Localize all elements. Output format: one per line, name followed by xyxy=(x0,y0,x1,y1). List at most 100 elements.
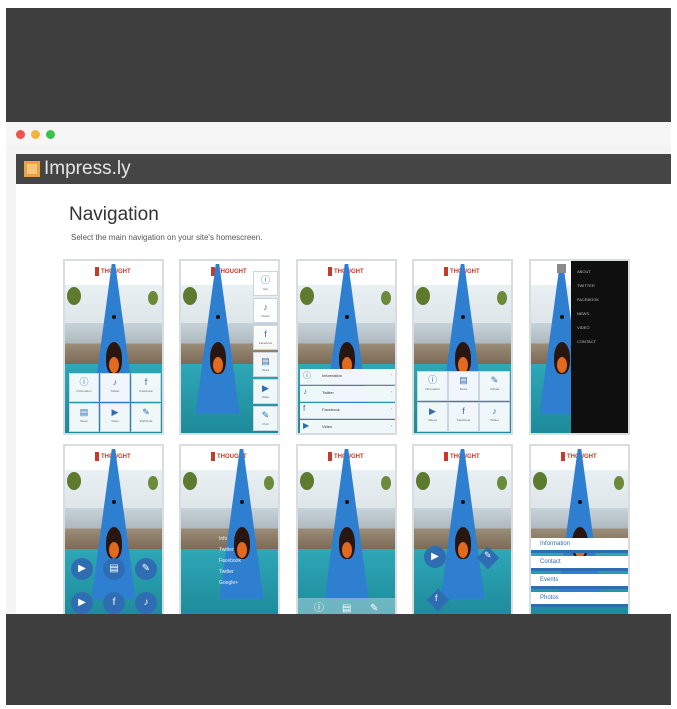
nav-option-card-5[interactable]: ABOUT TWITTER FACEBOOK NEWS VIDEO CONTAC… xyxy=(529,259,630,435)
text-nav-item[interactable]: Twitter xyxy=(219,545,241,556)
text-nav-item[interactable]: Facebook xyxy=(219,556,241,567)
play-icon[interactable]: ▶ xyxy=(71,558,93,580)
twitter-icon: ♪ xyxy=(303,387,307,396)
nav-option-card-10[interactable]: THOUGHT Information Contact Events Photo… xyxy=(529,444,630,614)
nav-option-card-2[interactable]: THOUGHT ⓘ Info ♪ Twitter f Facebook ▤ News ▶… xyxy=(179,259,280,435)
app-logo-icon[interactable] xyxy=(24,161,40,177)
facebook-icon: f xyxy=(462,406,465,416)
chevron-right-icon: › xyxy=(390,389,392,394)
info-icon: ⓘ xyxy=(260,275,270,285)
list-row-information[interactable]: ⓘ Information › xyxy=(300,369,395,385)
rail-twitter[interactable]: ♪ Twitter xyxy=(253,298,278,323)
pencil-icon: ✎ xyxy=(490,375,499,385)
minimize-window-button[interactable] xyxy=(31,130,40,139)
menu-item-video[interactable]: VIDEO xyxy=(571,321,628,335)
tile-twitter[interactable]: ♪ Twitter xyxy=(479,402,510,432)
dark-side-menu: ABOUT TWITTER FACEBOOK NEWS VIDEO CONTAC… xyxy=(571,261,628,433)
news-icon: ▤ xyxy=(261,356,270,366)
nav-option-card-1[interactable]: THOUGHT ⓘInformation ♪Twitter fFacebook … xyxy=(63,259,164,435)
twitter-icon: ♪ xyxy=(492,406,497,416)
top-frame-band xyxy=(6,8,671,122)
chevron-right-icon: › xyxy=(390,406,392,411)
rail-news[interactable]: ▤ News xyxy=(253,352,278,377)
page-subtitle: Select the main navigation on your site'… xyxy=(71,233,263,242)
twitter-icon: ♪ xyxy=(112,377,118,387)
play-icon[interactable]: ▶ xyxy=(71,592,93,614)
rail-post[interactable]: ✎ Post xyxy=(253,406,278,431)
rail-video[interactable]: ▶ Video xyxy=(253,379,278,404)
app-name[interactable]: Impress.ly xyxy=(44,158,131,180)
list-row-twitter[interactable]: ♪ Twitter › xyxy=(300,386,395,402)
facebook-icon[interactable]: f xyxy=(103,592,125,614)
menu-item-news[interactable]: NEWS xyxy=(571,307,628,321)
pencil-icon: ✎ xyxy=(484,550,492,560)
tile-wall-post[interactable]: ✎ Wall Post xyxy=(131,403,161,432)
preview-photo: THOUGHT xyxy=(414,446,511,614)
nav-option-card-3[interactable]: THOUGHT ⓘInformation› ♪Twitter› fFaceboo… xyxy=(296,259,397,435)
bar-item-information[interactable]: Information xyxy=(531,538,628,553)
video-icon: ▶ xyxy=(111,407,119,417)
pencil-icon[interactable]: ✎ xyxy=(370,603,378,614)
menu-icon[interactable] xyxy=(557,264,566,273)
menu-item-facebook[interactable]: FACEBOOK xyxy=(571,293,628,307)
twitter-icon[interactable]: ♪ xyxy=(135,592,157,614)
pencil-icon: ✎ xyxy=(142,407,150,417)
browser-window: Impress.ly Navigation Select the main na… xyxy=(6,122,671,614)
nav-option-card-4[interactable]: THOUGHT ⓘInformation ▤News ✎Upload ▶Vide… xyxy=(412,259,513,435)
app-header: Impress.ly xyxy=(16,154,671,184)
nav-option-card-6[interactable]: THOUGHT ▶ ▤ ✎ ▶ f ♪ xyxy=(63,444,164,614)
text-nav-list: Info Twitter Facebook Twitter Google+ xyxy=(219,534,241,589)
facebook-icon: f xyxy=(435,593,438,603)
close-window-button[interactable] xyxy=(16,130,25,139)
tile-news[interactable]: ▤ News xyxy=(69,403,99,432)
zoom-window-button[interactable] xyxy=(46,130,55,139)
tile-videos[interactable]: ▶ Videos xyxy=(417,402,448,432)
pencil-icon[interactable]: ✎ xyxy=(135,558,157,580)
list-row-facebook[interactable]: f Facebook › xyxy=(300,403,395,419)
tile-information[interactable]: ⓘ Information xyxy=(69,373,99,402)
bar-item-contact[interactable]: Contact xyxy=(531,556,628,571)
nav-option-card-9[interactable]: THOUGHT ▶ ✎ f xyxy=(412,444,513,614)
window-titlebar xyxy=(6,122,671,146)
facebook-icon: f xyxy=(144,377,148,387)
bottom-frame-band xyxy=(6,614,671,705)
tile-upload[interactable]: ✎ Upload xyxy=(479,371,510,401)
play-icon[interactable]: ▶ xyxy=(424,546,446,568)
info-icon: ⓘ xyxy=(79,377,89,387)
tile-twitter[interactable]: ♪ Twitter xyxy=(100,373,130,402)
nav-option-card-7[interactable]: THOUGHT Info Twitter Facebook Twitter Go… xyxy=(179,444,280,614)
info-icon[interactable]: ⓘ xyxy=(314,599,324,614)
text-nav-item[interactable]: Twitter xyxy=(219,567,241,578)
tile-information[interactable]: ⓘ Information xyxy=(417,371,448,401)
bar-item-events[interactable]: Events xyxy=(531,574,628,589)
tile-news[interactable]: ▤ News xyxy=(448,371,479,401)
news-icon: ▤ xyxy=(459,375,468,385)
nav-option-card-8[interactable]: THOUGHT ⓘ ▤ ✎ xyxy=(296,444,397,614)
news-icon[interactable]: ▤ xyxy=(342,603,351,614)
list-row-video[interactable]: ▶ Video › xyxy=(300,420,395,433)
preview-photo: THOUGHT xyxy=(298,446,395,614)
video-icon: ▶ xyxy=(429,406,436,416)
text-nav-item[interactable]: Info xyxy=(219,534,241,545)
tile-facebook[interactable]: f Facebook xyxy=(131,373,161,402)
video-icon: ▶ xyxy=(262,383,269,393)
tile-video[interactable]: ▶ Video xyxy=(100,403,130,432)
menu-item-about[interactable]: ABOUT xyxy=(571,265,628,279)
text-nav-item[interactable]: Google+ xyxy=(219,578,241,589)
twitter-icon: ♪ xyxy=(263,302,268,312)
news-icon: ▤ xyxy=(79,407,89,417)
video-icon: ▶ xyxy=(303,421,310,430)
page-title: Navigation xyxy=(69,204,159,225)
rail-info[interactable]: ⓘ Info xyxy=(253,271,278,296)
tile-facebook[interactable]: f Facebook xyxy=(448,402,479,432)
rail-facebook[interactable]: f Facebook xyxy=(253,325,278,350)
facebook-icon: f xyxy=(303,404,306,413)
pencil-icon: ✎ xyxy=(261,410,270,420)
menu-item-twitter[interactable]: TWITTER xyxy=(571,279,628,293)
facebook-icon: f xyxy=(264,329,267,339)
main-content: Navigation Select the main navigation on… xyxy=(16,184,671,614)
news-icon[interactable]: ▤ xyxy=(103,558,125,580)
bar-item-photos[interactable]: Photos xyxy=(531,592,628,607)
menu-item-contact[interactable]: CONTACT xyxy=(571,335,628,349)
chevron-right-icon: › xyxy=(390,423,392,428)
